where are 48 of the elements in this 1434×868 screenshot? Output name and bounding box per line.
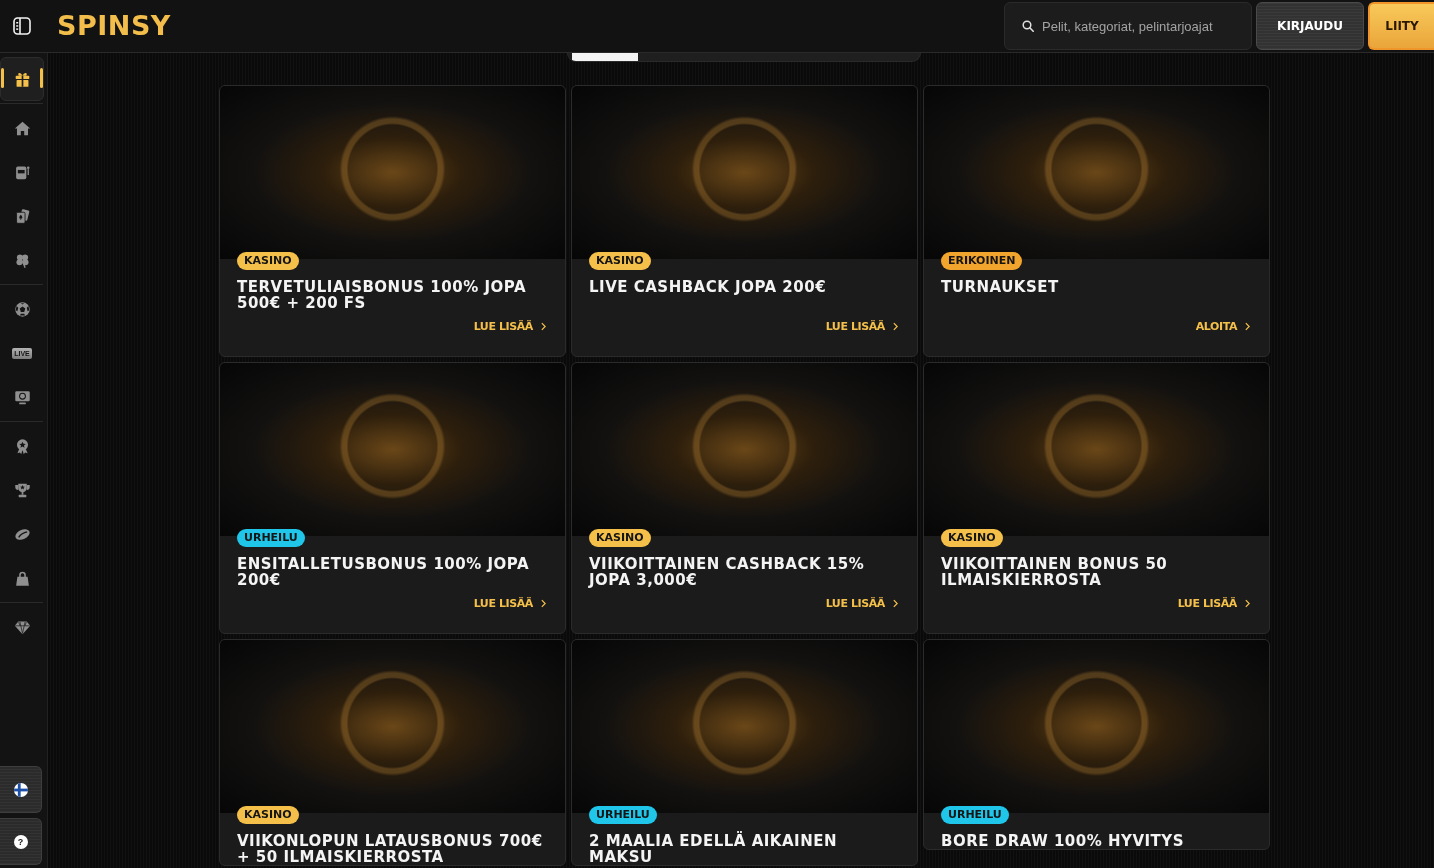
category-tag: KASINO — [589, 529, 651, 547]
promo-title: BORE DRAW 100% HYVITYS — [941, 833, 1184, 849]
category-tag: KASINO — [941, 529, 1003, 547]
category-tag: URHEILU — [941, 806, 1009, 824]
playing-cards-icon — [13, 207, 31, 225]
soccer-ball-icon — [13, 300, 31, 318]
category-tag: KASINO — [237, 806, 299, 824]
help-button[interactable]: ? — [0, 818, 42, 865]
category-tag: URHEILU — [237, 529, 305, 547]
promo-title: VIIKOITTAINEN BONUS 50 ILMAISKIERROSTA — [941, 556, 1169, 588]
read-more-link[interactable]: LUE LISÄÄ — [825, 320, 898, 333]
read-more-link[interactable]: LUE LISÄÄ — [1177, 597, 1250, 610]
search-field[interactable]: Pelit, kategoriat, pelintarjoajat — [1004, 2, 1252, 50]
promo-title: VIIKOITTAINEN CASHBACK 15% JOPA 3,000€ — [589, 556, 866, 588]
chevron-right-icon — [541, 599, 546, 608]
promo-title: LIVE CASHBACK JOPA 200€ — [589, 279, 827, 295]
promo-title: TURNAUKSET — [941, 279, 1059, 295]
language-button[interactable] — [0, 766, 42, 813]
home-icon — [13, 119, 31, 137]
bag-icon — [13, 569, 31, 587]
promo-title: ENSITALLETUSBONUS 100% JOPA 200€ — [237, 556, 530, 588]
category-tag: ERIKOINEN — [941, 252, 1023, 270]
read-more-link[interactable]: LUE LISÄÄ — [825, 597, 898, 610]
read-more-link[interactable]: LUE LISÄÄ — [473, 320, 546, 333]
read-more-link[interactable]: ALOITA — [1195, 320, 1250, 333]
category-tag: KASINO — [589, 252, 651, 270]
category-tag: KASINO — [237, 252, 299, 270]
tab-bar[interactable] — [567, 53, 921, 62]
chevron-right-icon — [1245, 599, 1250, 608]
read-more-link[interactable]: LUE LISÄÄ — [473, 597, 546, 610]
monitor-ball-icon — [13, 388, 31, 406]
chevron-right-icon — [893, 599, 898, 608]
join-button[interactable]: LIITY — [1368, 2, 1434, 50]
chevron-right-icon — [541, 322, 546, 331]
promo-title: VIIKONLOPUN LATAUSBONUS 700€ + 50 ILMAISKIERROSTA — [237, 833, 544, 865]
chevron-right-icon — [1245, 322, 1250, 331]
gift-icon — [13, 70, 31, 88]
login-button[interactable]: KIRJAUDU — [1256, 2, 1364, 50]
sidebar-toggle-icon[interactable] — [13, 17, 31, 35]
flag-icon — [13, 782, 28, 797]
category-tag: URHEILU — [589, 806, 657, 824]
sidebar-nav-item[interactable] — [0, 57, 44, 101]
logo[interactable]: SPINSY — [57, 11, 171, 41]
promo-title: 2 MAALIA EDELLÄ AIKAINEN MAKSU — [589, 833, 839, 865]
promo-title: TERVETULIAISBONUS 100% JOPA 500€ + 200 FS — [237, 279, 527, 311]
search-icon — [1022, 20, 1034, 32]
trophy-icon — [13, 481, 31, 499]
chevron-right-icon — [893, 322, 898, 331]
